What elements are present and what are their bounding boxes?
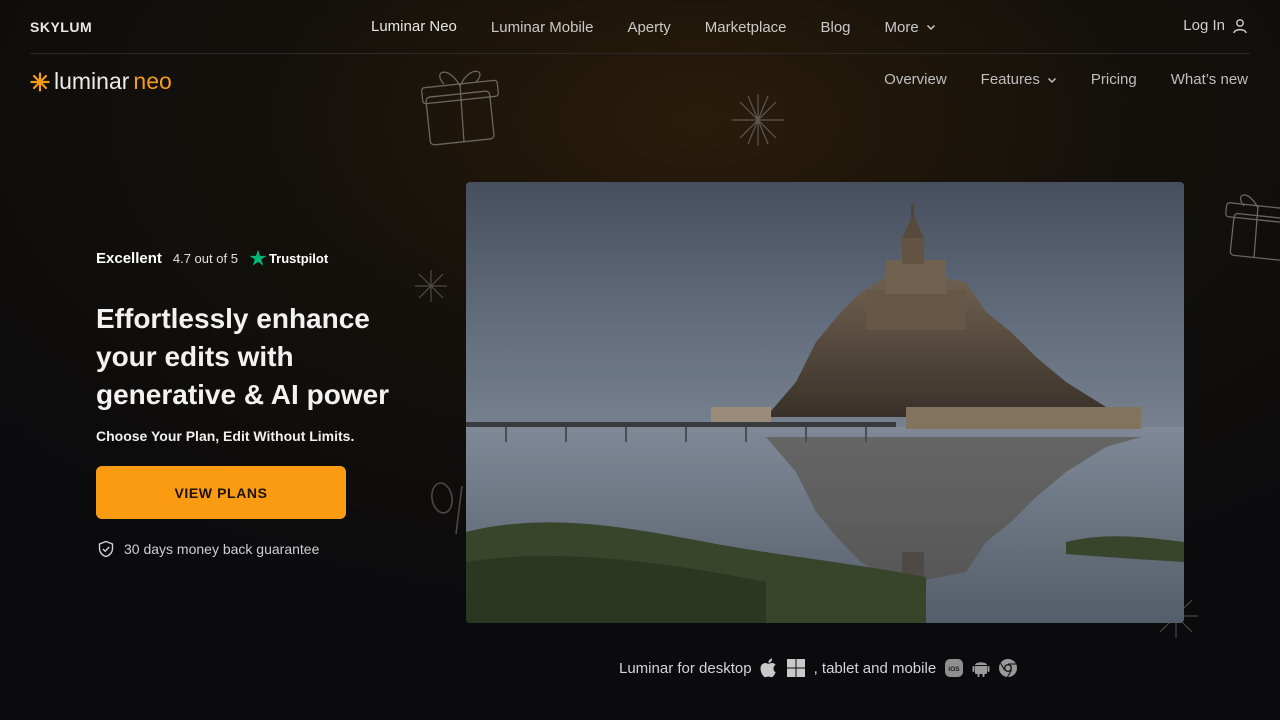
top-nav-menu: Luminar Neo Luminar Mobile Aperty Market… <box>354 0 953 54</box>
chevron-down-icon <box>926 24 935 31</box>
ios-icon[interactable]: iOS <box>944 658 964 678</box>
mont-saint-michel-photo <box>466 182 1184 623</box>
product-navigation: luminar neo Overview Features Pricing Wh… <box>0 54 1280 110</box>
top-nav-blog[interactable]: Blog <box>804 0 868 54</box>
top-nav-more[interactable]: More <box>868 0 953 54</box>
top-navigation: SKYLUM Luminar Neo Luminar Mobile Aperty… <box>0 0 1280 54</box>
trustpilot-logo: Trustpilot <box>249 249 328 267</box>
rating-word: Excellent <box>96 249 162 267</box>
android-icon[interactable] <box>972 658 990 678</box>
luminar-neo-logo[interactable]: luminar neo <box>30 68 172 95</box>
logo-text-neo: neo <box>133 68 172 94</box>
logo-text-luminar: luminar <box>54 68 130 94</box>
top-nav-luminar-neo[interactable]: Luminar Neo <box>354 0 474 54</box>
platforms-desktop-label: Luminar for desktop <box>619 659 752 677</box>
nav-pricing[interactable]: Pricing <box>1091 71 1137 88</box>
top-nav-more-label: More <box>884 18 919 36</box>
hero-subheadline: Choose Your Plan, Edit Without Limits. <box>96 428 355 444</box>
svg-text:iOS: iOS <box>949 666 961 673</box>
top-nav-luminar-mobile[interactable]: Luminar Mobile <box>474 0 611 54</box>
sparkle-icon <box>732 94 784 146</box>
view-plans-button[interactable]: VIEW PLANS <box>96 466 346 519</box>
hero-image <box>466 182 1184 623</box>
platforms-mobile-label: , tablet and mobile <box>813 659 937 677</box>
rating-score: 4.7 out of 5 <box>172 250 238 266</box>
windows-icon[interactable] <box>786 658 806 678</box>
hero-headline: Effortlessly enhance your edits with gen… <box>96 303 390 410</box>
top-nav-aperty[interactable]: Aperty <box>610 0 687 54</box>
login-label: Log In <box>1183 17 1225 34</box>
money-back-guarantee: 30 days money back guarantee <box>97 540 319 558</box>
user-icon <box>1233 18 1247 33</box>
apple-icon[interactable] <box>760 658 778 678</box>
nav-whats-new[interactable]: What’s new <box>1171 71 1248 88</box>
login-button[interactable]: Log In <box>1183 17 1248 34</box>
nav-overview[interactable]: Overview <box>884 71 947 88</box>
nav-features-label: Features <box>980 71 1040 88</box>
sparkle-icon <box>415 270 447 302</box>
product-nav-menu: Overview Features Pricing What’s new <box>884 71 1248 88</box>
nav-features[interactable]: Features <box>981 71 1057 88</box>
trustpilot-label: Trustpilot <box>268 250 329 266</box>
trustpilot-rating[interactable]: Excellent 4.7 out of 5 Trustpilot <box>96 249 328 267</box>
sparkle-icon <box>30 71 50 92</box>
gift-icon <box>1225 194 1280 262</box>
chevron-down-icon <box>1047 77 1056 83</box>
platforms-line: Luminar for desktop , tablet and mobile … <box>619 658 1018 678</box>
chrome-icon[interactable] <box>998 658 1018 678</box>
guarantee-text: 30 days money back guarantee <box>124 541 320 557</box>
shield-check-icon <box>98 540 114 558</box>
top-nav-marketplace[interactable]: Marketplace <box>688 0 804 54</box>
skylum-brand[interactable]: SKYLUM <box>30 19 92 35</box>
gift-icon <box>421 70 499 146</box>
star-icon <box>249 249 267 266</box>
